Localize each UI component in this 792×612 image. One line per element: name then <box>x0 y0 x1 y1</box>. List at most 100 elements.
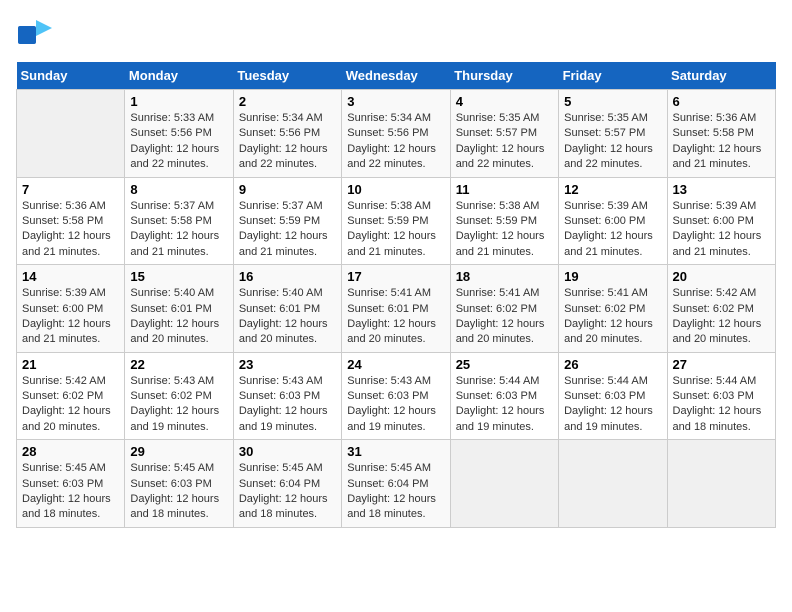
page-header <box>16 16 776 52</box>
calendar-cell: 10Sunrise: 5:38 AMSunset: 5:59 PMDayligh… <box>342 177 450 265</box>
day-number: 18 <box>456 269 553 284</box>
day-number: 28 <box>22 444 119 459</box>
day-info: Sunrise: 5:45 AMSunset: 6:04 PMDaylight:… <box>347 461 444 523</box>
calendar-cell: 11 Sunrise: 5:38 AMSunset: 5:59 PMDayligh… <box>450 177 558 265</box>
day-number: 31 <box>347 444 444 459</box>
day-number: 16 <box>239 269 336 284</box>
day-number: 3 <box>347 94 444 109</box>
day-info: Sunrise: 5:44 AMSunset: 6:03 PMDaylight:… <box>564 374 661 436</box>
calendar-cell <box>17 90 125 178</box>
logo-icon <box>16 16 52 52</box>
day-number: 6 <box>673 94 770 109</box>
calendar-cell: 28Sunrise: 5:45 AMSunset: 6:03 PMDayligh… <box>17 440 125 528</box>
calendar-cell: 30 Sunrise: 5:45 AMSunset: 6:04 PMDayligh… <box>233 440 341 528</box>
day-number: 23 <box>239 357 336 372</box>
day-number: 2 <box>239 94 336 109</box>
day-number: 27 <box>673 357 770 372</box>
calendar-cell: 1Sunrise: 5:33 AMSunset: 5:56 PMDaylight… <box>125 90 233 178</box>
calendar-header-row: SundayMondayTuesdayWednesdayThursdayFrid… <box>17 62 776 90</box>
day-info: Sunrise: 5:35 AMSunset: 5:57 PMDaylight:… <box>564 111 661 173</box>
calendar-cell: 29 Sunrise: 5:45 AMSunset: 6:03 PMDayligh… <box>125 440 233 528</box>
calendar-cell: 23Sunrise: 5:43 AMSunset: 6:03 PMDayligh… <box>233 352 341 440</box>
header-friday: Friday <box>559 62 667 90</box>
calendar-cell: 20 Sunrise: 5:42 AMSunset: 6:02 PMDayligh… <box>667 265 775 353</box>
calendar-cell <box>450 440 558 528</box>
day-info: Sunrise: 5:34 AMSunset: 5:56 PMDaylight:… <box>239 111 336 173</box>
day-info: Sunrise: 5:37 AMSunset: 5:59 PMDaylight:… <box>239 199 336 261</box>
calendar-cell: 27 Sunrise: 5:44 AMSunset: 6:03 PMDayligh… <box>667 352 775 440</box>
calendar-cell: 6 Sunrise: 5:36 AMSunset: 5:58 PMDaylight… <box>667 90 775 178</box>
week-row-0: 1Sunrise: 5:33 AMSunset: 5:56 PMDaylight… <box>17 90 776 178</box>
calendar-cell: 18 Sunrise: 5:41 AMSunset: 6:02 PMDayligh… <box>450 265 558 353</box>
calendar-cell <box>667 440 775 528</box>
header-monday: Monday <box>125 62 233 90</box>
day-info: Sunrise: 5:39 AMSunset: 6:00 PMDaylight:… <box>22 286 119 348</box>
day-info: Sunrise: 5:40 AMSunset: 6:01 PMDaylight:… <box>130 286 227 348</box>
day-info: Sunrise: 5:37 AMSunset: 5:58 PMDaylight:… <box>130 199 227 261</box>
week-row-1: 7Sunrise: 5:36 AMSunset: 5:58 PMDaylight… <box>17 177 776 265</box>
day-info: Sunrise: 5:45 AMSunset: 6:03 PMDaylight:… <box>130 461 227 523</box>
day-number: 25 <box>456 357 553 372</box>
calendar-cell: 16 Sunrise: 5:40 AMSunset: 6:01 PMDayligh… <box>233 265 341 353</box>
calendar-cell: 7Sunrise: 5:36 AMSunset: 5:58 PMDaylight… <box>17 177 125 265</box>
logo <box>16 16 56 52</box>
calendar-cell: 14 Sunrise: 5:39 AMSunset: 6:00 PMDayligh… <box>17 265 125 353</box>
day-number: 20 <box>673 269 770 284</box>
day-info: Sunrise: 5:45 AMSunset: 6:04 PMDaylight:… <box>239 461 336 523</box>
day-info: Sunrise: 5:33 AMSunset: 5:56 PMDaylight:… <box>130 111 227 173</box>
day-info: Sunrise: 5:44 AMSunset: 6:03 PMDaylight:… <box>673 374 770 436</box>
day-info: Sunrise: 5:36 AMSunset: 5:58 PMDaylight:… <box>673 111 770 173</box>
header-wednesday: Wednesday <box>342 62 450 90</box>
day-info: Sunrise: 5:42 AMSunset: 6:02 PMDaylight:… <box>22 374 119 436</box>
calendar-cell: 13Sunrise: 5:39 AMSunset: 6:00 PMDayligh… <box>667 177 775 265</box>
day-number: 30 <box>239 444 336 459</box>
calendar-cell: 8 Sunrise: 5:37 AMSunset: 5:58 PMDaylight… <box>125 177 233 265</box>
calendar-cell: 17 Sunrise: 5:41 AMSunset: 6:01 PMDayligh… <box>342 265 450 353</box>
day-info: Sunrise: 5:39 AMSunset: 6:00 PMDaylight:… <box>673 199 770 261</box>
day-info: Sunrise: 5:43 AMSunset: 6:03 PMDaylight:… <box>347 374 444 436</box>
day-number: 4 <box>456 94 553 109</box>
day-info: Sunrise: 5:41 AMSunset: 6:01 PMDaylight:… <box>347 286 444 348</box>
calendar-cell: 2 Sunrise: 5:34 AMSunset: 5:56 PMDaylight… <box>233 90 341 178</box>
header-thursday: Thursday <box>450 62 558 90</box>
day-number: 14 <box>22 269 119 284</box>
day-info: Sunrise: 5:39 AMSunset: 6:00 PMDaylight:… <box>564 199 661 261</box>
day-info: Sunrise: 5:35 AMSunset: 5:57 PMDaylight:… <box>456 111 553 173</box>
day-number: 29 <box>130 444 227 459</box>
calendar-cell: 25Sunrise: 5:44 AMSunset: 6:03 PMDayligh… <box>450 352 558 440</box>
calendar-cell <box>559 440 667 528</box>
calendar-cell: 5 Sunrise: 5:35 AMSunset: 5:57 PMDaylight… <box>559 90 667 178</box>
day-info: Sunrise: 5:43 AMSunset: 6:02 PMDaylight:… <box>130 374 227 436</box>
day-info: Sunrise: 5:38 AMSunset: 5:59 PMDaylight:… <box>456 199 553 261</box>
header-sunday: Sunday <box>17 62 125 90</box>
day-number: 19 <box>564 269 661 284</box>
day-number: 8 <box>130 182 227 197</box>
day-info: Sunrise: 5:42 AMSunset: 6:02 PMDaylight:… <box>673 286 770 348</box>
day-number: 17 <box>347 269 444 284</box>
week-row-4: 28 Sunrise: 5:45 AMSunset: 6:03 PMDayligh… <box>17 440 776 528</box>
calendar-cell: 19Sunrise: 5:41 AMSunset: 6:02 PMDayligh… <box>559 265 667 353</box>
day-info: Sunrise: 5:40 AMSunset: 6:01 PMDaylight:… <box>239 286 336 348</box>
calendar-cell: 12Sunrise: 5:39 AMSunset: 6:00 PMDayligh… <box>559 177 667 265</box>
day-number: 10 <box>347 182 444 197</box>
calendar-cell: 15 Sunrise: 5:40 AMSunset: 6:01 PMDayligh… <box>125 265 233 353</box>
calendar-cell: 31 Sunrise: 5:45 AMSunset: 6:04 PMDayligh… <box>342 440 450 528</box>
calendar-table: SundayMondayTuesdayWednesdayThursdayFrid… <box>16 62 776 528</box>
day-number: 7 <box>22 182 119 197</box>
day-number: 9 <box>239 182 336 197</box>
day-number: 22 <box>130 357 227 372</box>
day-number: 26 <box>564 357 661 372</box>
day-number: 21 <box>22 357 119 372</box>
calendar-cell: 22 Sunrise: 5:43 AMSunset: 6:02 PMDayligh… <box>125 352 233 440</box>
header-saturday: Saturday <box>667 62 775 90</box>
day-number: 5 <box>564 94 661 109</box>
calendar-cell: 21 Sunrise: 5:42 AMSunset: 6:02 PMDayligh… <box>17 352 125 440</box>
day-number: 11 <box>456 182 553 197</box>
calendar-cell: 4 Sunrise: 5:35 AMSunset: 5:57 PMDaylight… <box>450 90 558 178</box>
day-info: Sunrise: 5:41 AMSunset: 6:02 PMDaylight:… <box>456 286 553 348</box>
calendar-cell: 3Sunrise: 5:34 AMSunset: 5:56 PMDaylight… <box>342 90 450 178</box>
week-row-3: 21 Sunrise: 5:42 AMSunset: 6:02 PMDayligh… <box>17 352 776 440</box>
calendar-cell: 24Sunrise: 5:43 AMSunset: 6:03 PMDayligh… <box>342 352 450 440</box>
day-number: 15 <box>130 269 227 284</box>
calendar-cell: 9 Sunrise: 5:37 AMSunset: 5:59 PMDaylight… <box>233 177 341 265</box>
